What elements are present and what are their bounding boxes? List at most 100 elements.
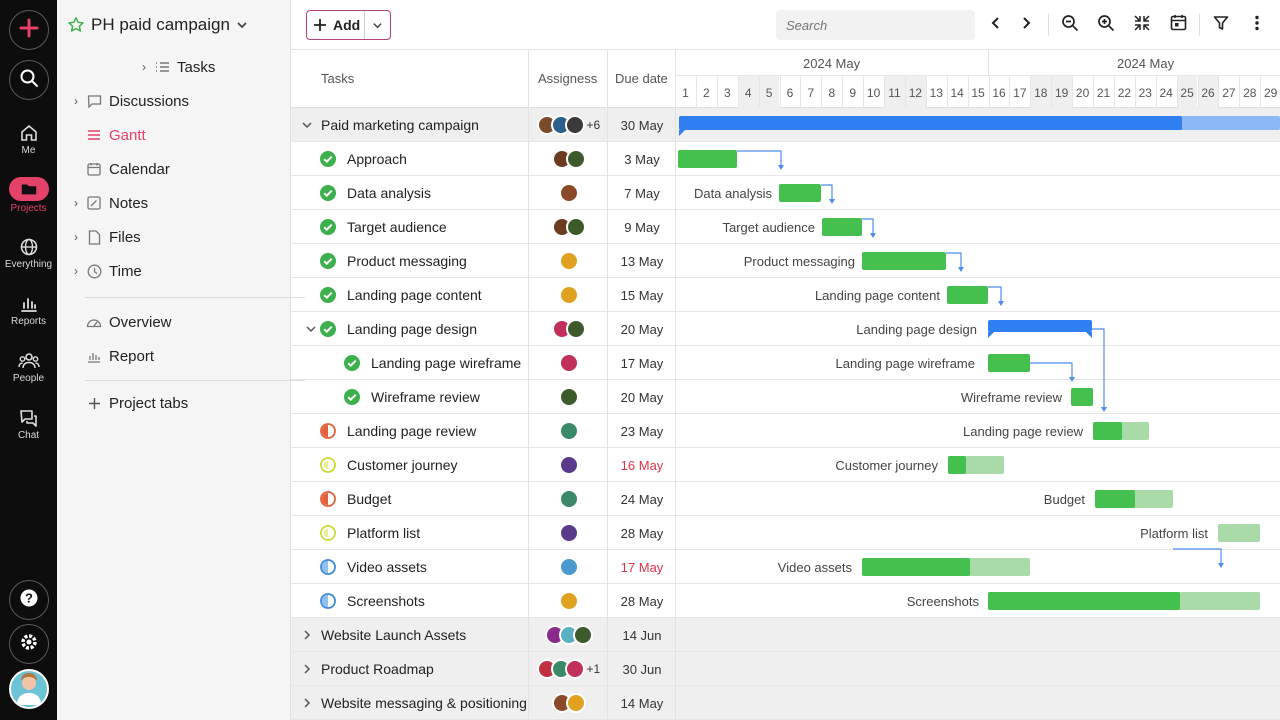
avatar[interactable] [558,251,579,271]
task-name[interactable]: Target audience [347,210,447,244]
group-name[interactable]: Website Launch Assets [321,618,466,652]
task-name[interactable]: Wireframe review [371,380,480,414]
rail-item-reports[interactable]: Reports [0,294,57,327]
due-date[interactable]: 14 May [609,686,675,720]
task-bar-platform-list[interactable] [1218,524,1260,542]
task-name[interactable]: Approach [347,142,407,176]
due-date[interactable]: 17 May [609,346,675,380]
due-date[interactable]: 30 May [609,108,675,142]
task-bar-video-assets[interactable] [862,558,1030,576]
chevron-right-icon[interactable] [301,697,313,709]
task-bar-landing-page-wireframe[interactable] [988,354,1030,372]
task-name[interactable]: Data analysis [347,176,431,210]
chevron-right-icon[interactable] [301,663,313,675]
tasks-column-header[interactable]: Tasks [321,71,354,86]
check-circle-icon[interactable] [320,151,336,167]
group-name[interactable]: Website messaging & positioning [321,686,527,720]
check-circle-icon[interactable] [344,355,360,371]
task-bar-landing-page-review[interactable] [1093,422,1149,440]
avatar[interactable] [564,115,585,135]
avatar[interactable] [565,693,586,713]
status-open-icon[interactable] [320,525,336,541]
check-circle-icon[interactable] [320,253,336,269]
today-button[interactable] [1165,12,1191,38]
filter-button[interactable] [1208,12,1234,38]
check-circle-icon[interactable] [320,321,336,337]
task-bar-budget[interactable] [1095,490,1173,508]
task-bar-target-audience[interactable] [822,218,862,236]
due-date[interactable]: 15 May [609,278,675,312]
due-date[interactable]: 23 May [609,414,675,448]
search-input[interactable] [776,10,975,40]
prev-button[interactable] [983,12,1009,38]
chevron-right-icon[interactable]: › [67,230,85,244]
avatar[interactable] [565,217,586,237]
add-dropdown-button[interactable] [365,20,390,31]
add-new-button[interactable] [9,10,49,50]
collapse-button[interactable] [1129,12,1155,38]
due-date[interactable]: 7 May [609,176,675,210]
more-assignees-count[interactable]: +1 [587,659,601,679]
due-date[interactable]: 20 May [609,312,675,346]
next-button[interactable] [1013,12,1039,38]
chevron-down-icon[interactable] [305,323,317,335]
chevron-down-icon[interactable] [301,119,313,131]
rail-item-everything[interactable]: Everything [0,237,57,270]
avatar[interactable] [558,557,579,577]
sidebar-item-report[interactable]: Report [85,341,154,371]
task-name[interactable]: Landing page content [347,278,482,312]
due-date[interactable]: 17 May [609,550,675,584]
chevron-right-icon[interactable] [301,629,313,641]
task-bar-product-messaging[interactable] [862,252,946,270]
task-bar-customer-journey[interactable] [948,456,1004,474]
sidebar-item-discussions[interactable]: › Discussions [67,86,189,116]
avatar[interactable] [558,183,579,203]
avatar[interactable] [558,489,579,509]
chevron-right-icon[interactable]: › [67,196,85,210]
zoom-in-button[interactable] [1093,12,1119,38]
global-search-button[interactable] [9,60,49,100]
due-date[interactable]: 20 May [609,380,675,414]
avatar[interactable] [558,455,579,475]
task-bar-landing-page-content[interactable] [947,286,988,304]
sidebar-item-project-tabs[interactable]: Project tabs [85,388,188,418]
task-name[interactable]: Landing page wireframe [371,346,521,380]
due-date-column-header[interactable]: Due date [615,71,668,86]
task-name[interactable]: Product messaging [347,244,467,278]
task-bar-wireframe-review[interactable] [1071,388,1093,406]
check-circle-icon[interactable] [344,389,360,405]
due-date[interactable]: 28 May [609,516,675,550]
due-date[interactable]: 28 May [609,584,675,618]
avatar[interactable] [558,285,579,305]
status-in-progress-icon[interactable] [320,423,336,439]
sidebar-item-files[interactable]: › Files [67,222,141,252]
rail-item-chat[interactable]: Chat [0,408,57,441]
user-avatar-button[interactable] [9,669,49,709]
rail-item-me[interactable]: Me [0,123,57,156]
status-in-progress-icon[interactable] [320,491,336,507]
due-date[interactable]: 13 May [609,244,675,278]
due-date[interactable]: 9 May [609,210,675,244]
avatar[interactable] [558,353,579,373]
zoom-out-button[interactable] [1057,12,1083,38]
task-name[interactable]: Platform list [347,516,420,550]
due-date[interactable]: 14 Jun [609,618,675,652]
add-button[interactable]: Add [307,11,365,39]
status-review-icon[interactable] [320,593,336,609]
task-bar-data-analysis[interactable] [779,184,821,202]
task-name[interactable]: Screenshots [347,584,425,618]
sidebar-item-tasks[interactable]: › Tasks [135,52,215,82]
avatar[interactable] [564,659,585,679]
star-icon[interactable] [67,16,85,34]
check-circle-icon[interactable] [320,219,336,235]
avatar[interactable] [565,149,586,169]
sidebar-item-calendar[interactable]: Calendar [85,154,170,184]
help-button[interactable]: ? [9,580,49,620]
sidebar-item-gantt[interactable]: Gantt [85,120,146,150]
assignees-column-header[interactable]: Assigness [538,71,597,86]
sidebar-item-overview[interactable]: Overview [85,307,172,337]
check-circle-icon[interactable] [320,185,336,201]
check-circle-icon[interactable] [320,287,336,303]
status-open-icon[interactable] [320,457,336,473]
group-name[interactable]: Paid marketing campaign [321,108,479,142]
